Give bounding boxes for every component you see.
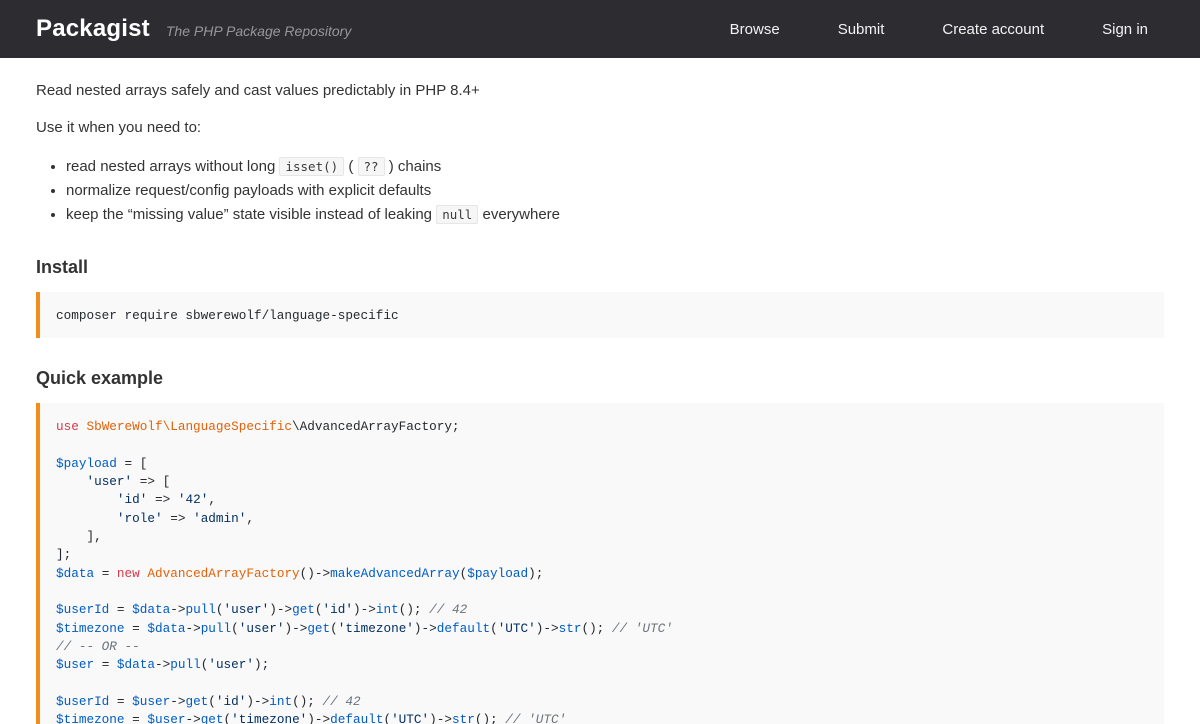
feature-list-item: keep the “missing value” state visible i… [66,203,1164,227]
navbar: Packagist The PHP Package Repository Bro… [0,0,1200,58]
brand-tagline: The PHP Package Repository [166,23,351,39]
install-code: composer require sbwerewolf/language-spe… [56,308,399,323]
nav-links: Browse Submit Create account Sign in [672,21,1148,38]
inline-code: null [436,205,478,224]
intro-paragraph: Read nested arrays safely and cast value… [36,80,1164,103]
example-code: use SbWereWolf\LanguageSpecific\Advanced… [56,419,673,724]
nav-link-sign-in[interactable]: Sign in [1102,21,1148,38]
install-heading: Install [36,257,1164,278]
nav-link-submit[interactable]: Submit [838,21,885,38]
feature-list: read nested arrays without long isset() … [36,155,1164,227]
install-code-block: composer require sbwerewolf/language-spe… [36,292,1164,338]
feature-list-item: read nested arrays without long isset() … [66,155,1164,179]
nav-link-create-account[interactable]: Create account [942,21,1044,38]
inline-code: isset() [279,157,344,176]
use-when-paragraph: Use it when you need to: [36,117,1164,140]
readme-content: Read nested arrays safely and cast value… [0,58,1200,724]
example-code-block: use SbWereWolf\LanguageSpecific\Advanced… [36,403,1164,724]
feature-list-item: normalize request/config payloads with e… [66,179,1164,203]
nav-link-browse[interactable]: Browse [730,21,780,38]
example-heading: Quick example [36,368,1164,389]
brand-wrap: Packagist The PHP Package Repository [36,15,351,43]
inline-code: ?? [358,157,385,176]
brand-logo[interactable]: Packagist [36,15,150,43]
